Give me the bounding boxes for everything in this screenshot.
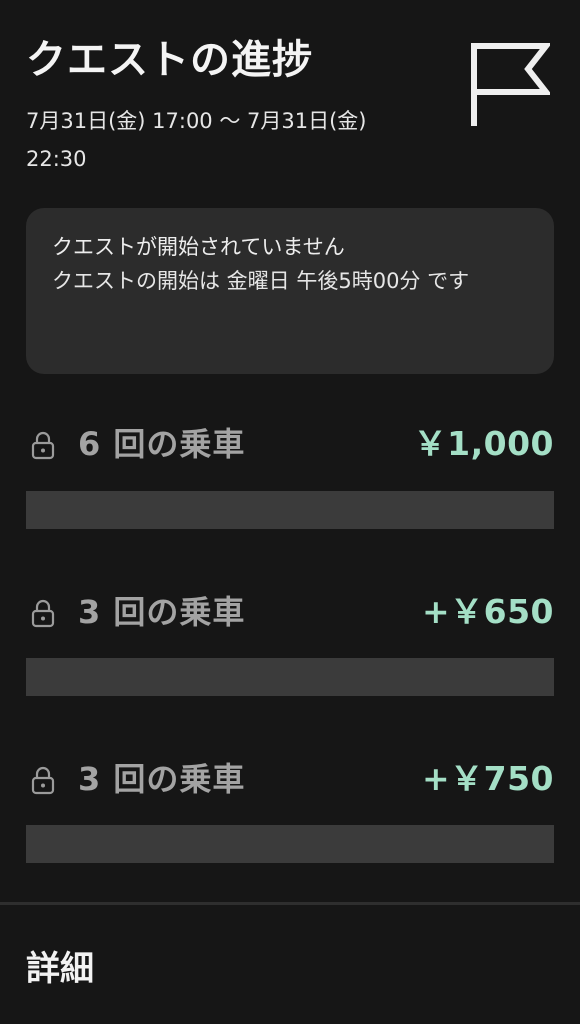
quest-header: クエストの進捗 7月31日(金) 17:00 〜 7月31日(金) 22:30 [26,30,446,178]
quest-tier-progress-bar [26,658,554,696]
quest-tier-reward: +￥650 [421,592,554,631]
section-divider [0,902,580,905]
quest-tier-label: 6 回の乗車 [78,425,246,463]
lock-icon [28,598,58,628]
quest-tier-reward: ￥1,000 [413,424,554,463]
page-title: クエストの進捗 [26,37,313,83]
quest-tier-progress-bar [26,825,554,863]
notice-title: クエストが開始されていません [52,235,345,259]
lock-icon [28,430,58,460]
quest-tier-2: 3 回の乗車 +￥650 [26,592,554,632]
quest-tier-reward: +￥750 [421,759,554,798]
quest-tier-1: 6 回の乗車 ￥1,000 [26,424,554,464]
quest-not-started-notice: クエストが開始されていません クエストの開始は 金曜日 午後5時00分 です [26,208,554,374]
quest-tier-label: 3 回の乗車 [78,760,246,798]
quest-tier-3: 3 回の乗車 +￥750 [26,759,554,799]
quest-tier-label: 3 回の乗車 [78,593,246,631]
flag-icon [466,42,553,130]
quest-period: 7月31日(金) 17:00 〜 7月31日(金) 22:30 [26,109,367,171]
quest-tier-progress-bar [26,491,554,529]
lock-icon [28,765,58,795]
notice-message: クエストの開始は 金曜日 午後5時00分 です [52,269,470,293]
details-heading[interactable]: 詳細 [26,944,94,994]
